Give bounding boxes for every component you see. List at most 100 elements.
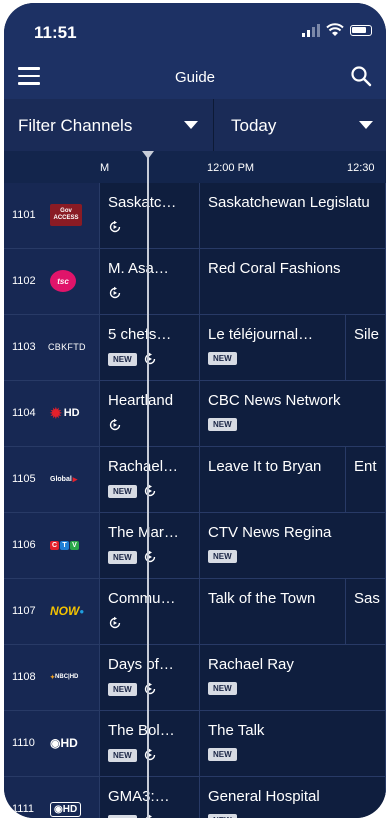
replay-icon <box>109 418 121 431</box>
program-meta: NEW <box>108 484 157 498</box>
channel-cell[interactable]: 1106 C T V <box>4 513 100 578</box>
program-title: Saskatc… <box>108 194 177 211</box>
program-cell[interactable]: Talk of the Town <box>200 579 346 644</box>
channel-number: 1110 <box>12 737 35 749</box>
new-badge: NEW <box>108 814 137 818</box>
now-line <box>147 153 149 818</box>
program-meta: NEW <box>208 550 237 563</box>
channel-cell[interactable]: 1110 ◉ HD <box>4 711 100 776</box>
program-meta: NEW <box>208 682 237 695</box>
now-marker-icon <box>142 151 154 159</box>
signal-icon <box>302 23 320 37</box>
program-meta: NEW <box>108 352 157 366</box>
program-title: General Hospital <box>208 788 320 805</box>
program-title: Rachael Ray <box>208 656 294 673</box>
channel-row: 1108 ✦ NBC|HD Days of… NEW Rachael Ray NEW <box>4 645 386 711</box>
program-cell[interactable]: M. Asa… <box>100 249 200 314</box>
status-time: 11:51 <box>34 23 77 42</box>
timeline-bar[interactable]: M 12:00 PM 12:30 <box>4 151 386 183</box>
program-cell[interactable]: The Bol… NEW <box>100 711 200 776</box>
cbc-hd-logo: ✹ HD <box>50 404 80 421</box>
program-meta <box>108 418 122 432</box>
channel-row: 1107 NOW ● Commu… Talk of the Town Sas <box>4 579 386 645</box>
program-meta: NEW <box>208 748 237 761</box>
filter-channels-dropdown[interactable]: Filter Channels <box>4 99 214 151</box>
program-title: The Mar… <box>108 524 179 541</box>
program-title: Leave It to Bryan <box>208 458 322 475</box>
new-badge: NEW <box>208 352 237 365</box>
chevron-down-icon <box>359 121 373 129</box>
replay-icon <box>144 748 155 761</box>
program-cell[interactable]: Le téléjournal… NEW <box>200 315 346 380</box>
program-cell[interactable]: Sas <box>346 579 386 644</box>
program-title: The Bol… <box>108 722 175 739</box>
program-cell[interactable]: Rachael… NEW <box>100 447 200 512</box>
channel-number: 1105 <box>12 473 36 485</box>
replay-icon <box>144 682 155 695</box>
new-badge: NEW <box>108 550 137 564</box>
new-badge: NEW <box>108 682 137 696</box>
replay-icon <box>144 550 155 563</box>
channel-cell[interactable]: 1101 Gov ACCESS <box>4 183 100 248</box>
program-meta: NEW <box>108 550 157 564</box>
time-slot-1200: 12:00 PM <box>207 162 255 174</box>
program-cell[interactable]: Sile <box>346 315 386 380</box>
channel-number: 1106 <box>12 539 36 551</box>
program-cell[interactable]: Red Coral Fashions <box>200 249 386 314</box>
channel-number: 1103 <box>12 341 36 353</box>
program-cell[interactable]: Rachael Ray NEW <box>200 645 386 710</box>
program-cell[interactable]: 5 chefs… NEW <box>100 315 200 380</box>
nbc-hd-logo: ✦ NBC|HD <box>50 674 79 681</box>
program-cell[interactable]: CTV News Regina NEW <box>200 513 386 578</box>
program-cell[interactable]: General Hospital NEW <box>200 777 386 818</box>
status-bar: 11:51 <box>4 3 386 57</box>
search-icon[interactable] <box>350 65 372 87</box>
new-badge: NEW <box>208 418 237 431</box>
guide-grid: 1101 Gov ACCESS Saskatc… Saskatchewan Legisl… <box>4 183 386 818</box>
program-cell[interactable]: GMA3:… NEW <box>100 777 200 818</box>
program-title: Sile <box>354 326 380 343</box>
abc-hd-logo: ◉HD <box>50 795 90 818</box>
replay-icon <box>109 220 121 233</box>
program-meta <box>108 616 122 630</box>
program-cell[interactable]: Ent <box>346 447 386 512</box>
channel-row: 1106 C T V The Mar… NEW CTV News Regina NEW <box>4 513 386 579</box>
channel-number: 1102 <box>12 275 36 287</box>
day-label: Today <box>231 116 277 135</box>
program-title: Ent <box>354 458 377 475</box>
program-title: Le téléjournal… <box>208 326 314 343</box>
program-title: Commu… <box>108 590 176 607</box>
program-cell[interactable]: Heartland <box>100 381 200 446</box>
program-cell[interactable]: CBC News Network NEW <box>200 381 386 446</box>
filter-bar: Filter Channels Today <box>4 99 386 151</box>
replay-icon <box>145 814 152 818</box>
channel-cell[interactable]: 1107 NOW ● <box>4 579 100 644</box>
filter-channels-label: Filter Channels <box>18 116 133 135</box>
channel-cell[interactable]: 1105 Global ▸ <box>4 447 100 512</box>
cbkftd-logo: CBKFTD <box>48 342 86 352</box>
channel-cell[interactable]: 1102 tsc <box>4 249 100 314</box>
program-cell[interactable]: The Talk NEW <box>200 711 386 776</box>
channel-cell[interactable]: 1111 ◉HD <box>4 777 100 818</box>
channel-cell[interactable]: 1104 ✹ HD <box>4 381 100 446</box>
program-cell[interactable]: Saskatchewan Legislatu <box>200 183 386 248</box>
new-badge: NEW <box>108 352 137 366</box>
program-meta: NEW <box>208 814 237 818</box>
program-cell[interactable]: Commu… <box>100 579 200 644</box>
global-logo: Global ▸ <box>50 473 78 484</box>
program-cell[interactable]: The Mar… NEW <box>100 513 200 578</box>
new-badge: NEW <box>208 550 237 563</box>
program-meta <box>108 220 122 234</box>
program-title: GMA3:… <box>108 788 170 805</box>
program-cell[interactable]: Leave It to Bryan <box>200 447 346 512</box>
day-dropdown[interactable]: Today <box>215 99 386 151</box>
channel-cell[interactable]: 1108 ✦ NBC|HD <box>4 645 100 710</box>
program-cell[interactable]: Saskatc… <box>100 183 200 248</box>
channel-cell[interactable]: 1103 CBKFTD <box>4 315 100 380</box>
chevron-down-icon <box>184 121 198 129</box>
program-title: Rachael… <box>108 458 179 475</box>
program-title: CTV News Regina <box>208 524 332 541</box>
cbs-hd-logo: ◉ HD <box>50 736 78 750</box>
program-cell[interactable]: Days of… NEW <box>100 645 200 710</box>
program-title: Saskatchewan Legislatu <box>208 194 370 211</box>
